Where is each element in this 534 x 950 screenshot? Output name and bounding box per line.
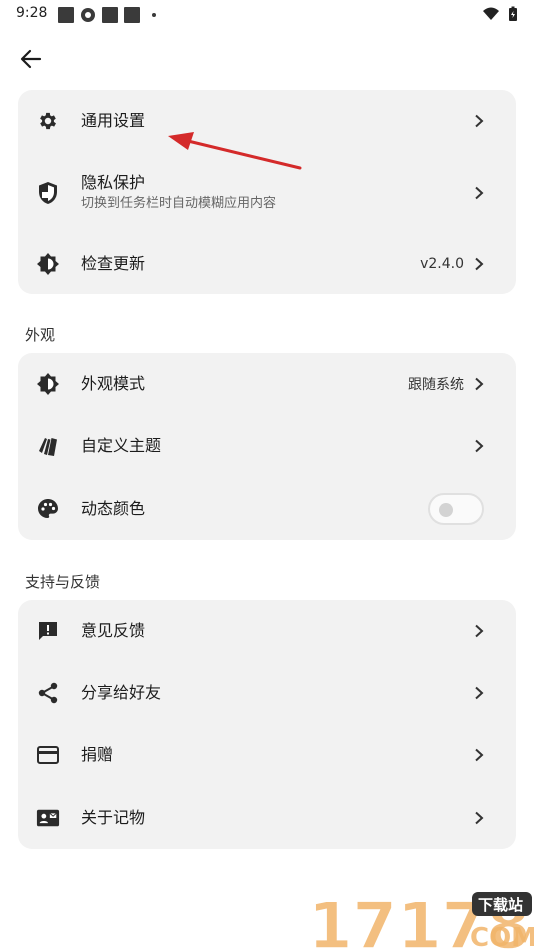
general-settings-card: 通用设置 隐私保护 切换到任务栏时自动模糊应用内容 检查更新 v2.4.0 <box>18 90 516 294</box>
row-text: 意见反馈 <box>81 621 145 641</box>
check-update-row[interactable]: 检查更新 v2.4.0 <box>18 233 516 295</box>
wifi-icon <box>483 7 499 20</box>
section-title-support: 支持与反馈 <box>25 573 101 591</box>
appearance-mode-value: 跟随系统 <box>408 377 464 393</box>
contact-card-icon <box>36 806 60 830</box>
brightness-icon <box>36 252 60 276</box>
brightness-icon <box>36 372 60 396</box>
row-title: 检查更新 <box>81 254 146 273</box>
appearance-mode-row[interactable]: 外观模式 跟随系统 <box>18 353 516 415</box>
row-text: 隐私保护 切换到任务栏时自动模糊应用内容 <box>81 173 276 213</box>
row-text: 通用设置 <box>81 111 145 131</box>
notification-icons <box>58 7 156 23</box>
row-text: 捐赠 <box>81 745 113 765</box>
cards-icon <box>36 434 60 458</box>
about-row[interactable]: 关于记物 <box>18 787 516 849</box>
section-title-appearance: 外观 <box>25 326 56 344</box>
shield-icon <box>36 181 60 205</box>
row-title: 外观模式 <box>81 374 146 393</box>
chevron-right-icon <box>472 186 486 200</box>
dynamic-color-row[interactable]: 动态颜色 <box>18 478 516 540</box>
donate-row[interactable]: 捐赠 <box>18 724 516 786</box>
row-title: 隐私保护 <box>81 173 146 192</box>
system-icons <box>482 6 518 22</box>
row-title: 意见反馈 <box>81 621 146 640</box>
chevron-right-icon <box>472 686 486 700</box>
notification-icon <box>124 7 140 23</box>
row-title: 分享给好友 <box>81 683 162 702</box>
gear-icon <box>36 109 60 133</box>
feedback-row[interactable]: 意见反馈 <box>18 600 516 662</box>
row-text: 检查更新 <box>81 254 145 274</box>
credit-card-icon <box>36 743 60 767</box>
chevron-right-icon <box>472 257 486 271</box>
row-text: 自定义主题 <box>81 436 161 456</box>
row-title: 关于记物 <box>81 808 146 827</box>
chevron-right-icon <box>472 748 486 762</box>
settings-notification-icon <box>81 8 95 22</box>
share-row[interactable]: 分享给好友 <box>18 662 516 724</box>
chevron-right-icon <box>472 439 486 453</box>
row-title: 捐赠 <box>81 745 114 764</box>
row-title: 自定义主题 <box>81 436 162 455</box>
chevron-right-icon <box>472 377 486 391</box>
more-notifications-dot <box>152 13 156 17</box>
privacy-protection-row[interactable]: 隐私保护 切换到任务栏时自动模糊应用内容 <box>18 162 516 224</box>
palette-icon <box>36 497 60 521</box>
general-settings-row[interactable]: 通用设置 <box>18 90 516 152</box>
row-subtitle: 切换到任务栏时自动模糊应用内容 <box>81 196 277 211</box>
support-card: 意见反馈 分享给好友 捐赠 关于记物 <box>18 600 516 849</box>
watermark-badge: 下载站 <box>478 896 523 914</box>
row-text: 分享给好友 <box>81 683 161 703</box>
row-text: 关于记物 <box>81 808 145 828</box>
feedback-icon <box>36 619 60 643</box>
status-bar: 9:28 <box>0 0 534 30</box>
dynamic-color-toggle[interactable] <box>428 493 484 525</box>
chevron-right-icon <box>472 114 486 128</box>
battery-icon <box>509 6 517 21</box>
site-watermark-logo: 17178 下载站 COM <box>308 889 534 950</box>
row-title: 动态颜色 <box>81 499 146 518</box>
watermark-suffix: COM <box>470 923 534 950</box>
appearance-card: 外观模式 跟随系统 自定义主题 动态颜色 <box>18 353 516 540</box>
toggle-knob <box>439 503 453 517</box>
row-text: 动态颜色 <box>81 499 145 519</box>
notification-icon <box>58 7 74 23</box>
version-value: v2.4.0 <box>420 256 464 272</box>
arrow-left-icon <box>20 49 42 69</box>
status-time: 9:28 <box>16 5 48 21</box>
notification-icon <box>102 7 118 23</box>
share-icon <box>36 681 60 705</box>
row-title: 通用设置 <box>81 111 146 130</box>
row-text: 外观模式 <box>81 374 145 394</box>
chevron-right-icon <box>472 624 486 638</box>
custom-theme-row[interactable]: 自定义主题 <box>18 415 516 477</box>
back-button[interactable] <box>16 44 46 74</box>
chevron-right-icon <box>472 811 486 825</box>
